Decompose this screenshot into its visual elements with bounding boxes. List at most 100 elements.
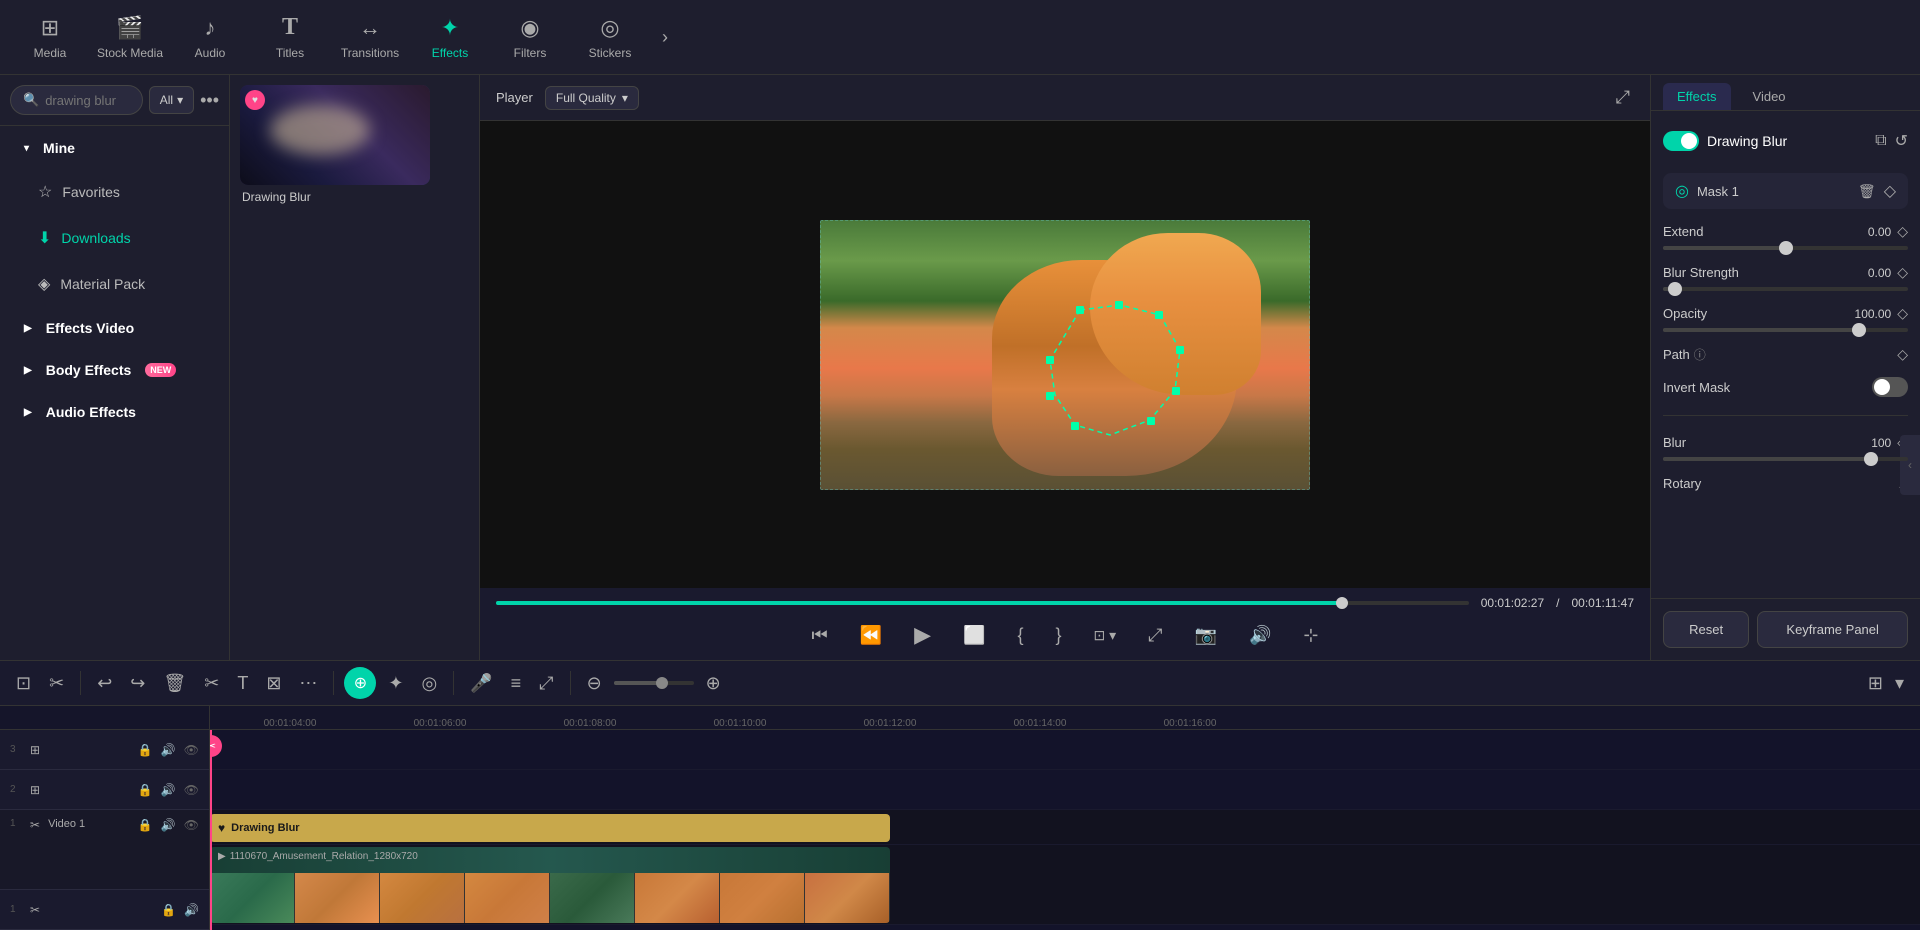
track-3-volume-btn[interactable]: 🔊 (161, 743, 176, 757)
timeline-undo-btn[interactable]: ↩ (91, 669, 118, 698)
mask-title: Mask 1 (1697, 184, 1850, 199)
track-2-eye-btn[interactable]: 👁 (184, 783, 199, 797)
toolbar-effects[interactable]: ✦ Effects (410, 5, 490, 70)
mask-row[interactable]: ◎ Mask 1 🗑 ◇ (1663, 173, 1908, 209)
audio-volume-btn[interactable]: 🔊 (184, 903, 199, 917)
sidebar-audio-effects-label: Audio Effects (46, 404, 136, 420)
filter-all-btn[interactable]: All ▾ (149, 86, 194, 114)
timeline-cut-btn[interactable]: ✂ (198, 669, 225, 698)
tracks-container: ✂ ♥ Drawing Blur (210, 730, 1920, 930)
snapshot-btn[interactable]: 📷 (1187, 621, 1225, 650)
track-2-num: 2 (10, 784, 22, 795)
fullscreen-btn[interactable]: ⤢ (1140, 621, 1170, 650)
step-back-btn[interactable]: ⏪ (852, 621, 890, 650)
track-1-eye-btn[interactable]: 👁 (184, 818, 199, 832)
timeline-grid-btn[interactable]: ⊞ (1868, 673, 1883, 694)
effect-card-drawing-blur[interactable]: ♥ Drawing Blur (240, 85, 469, 204)
timeline-minus-btn[interactable]: ⊖ (581, 669, 608, 698)
effect-copy-btn[interactable]: ⧉ (1875, 132, 1886, 150)
track-1-volume-btn[interactable]: 🔊 (161, 818, 176, 832)
timeline-multitrack-btn[interactable]: ≡ (505, 669, 528, 698)
blur-strength-label: Blur Strength (1663, 265, 1739, 280)
extend-keyframe-diamond[interactable]: ◇ (1897, 223, 1908, 240)
mask-delete-btn[interactable]: 🗑 (1858, 183, 1876, 200)
timeline-plus-btn[interactable]: ⊕ (700, 669, 727, 698)
toolbar-stickers[interactable]: ◎ Stickers (570, 5, 650, 70)
timeline-more-btn[interactable]: ⋯ (293, 669, 323, 698)
blur-strength-diamond[interactable]: ◇ (1897, 264, 1908, 281)
timeline-freeze-btn[interactable]: ⊕ (344, 667, 376, 699)
toolbar-transitions[interactable]: ↔ Transitions (330, 5, 410, 70)
tab-video[interactable]: Video (1739, 83, 1800, 110)
volume-btn[interactable]: 🔊 (1241, 621, 1279, 650)
toolbar-media[interactable]: ⊞ Media (10, 5, 90, 70)
sidebar-item-mine[interactable]: ▾ Mine (8, 128, 221, 168)
extend-slider[interactable] (1663, 246, 1908, 250)
audio-lock-btn[interactable]: 🔒 (161, 903, 176, 917)
opacity-slider[interactable] (1663, 328, 1908, 332)
more-options-btn[interactable]: ••• (200, 90, 219, 111)
opacity-diamond[interactable]: ◇ (1897, 305, 1908, 322)
toolbar-expand-arrow[interactable]: › (650, 5, 680, 70)
timeline-badge-btn[interactable]: ◎ (416, 669, 444, 698)
effect-reset-btn[interactable]: ↺ (1895, 131, 1908, 151)
zoom-fill (614, 681, 662, 685)
collapse-panel-btn[interactable]: ‹ (1900, 435, 1920, 495)
sidebar-item-body-effects[interactable]: ▶ Body Effects NEW (8, 350, 221, 390)
effect-toggle[interactable] (1663, 131, 1699, 151)
stickers-icon: ◎ (600, 15, 619, 41)
blur-slider[interactable] (1663, 457, 1908, 461)
toolbar-audio[interactable]: ♪ Audio (170, 5, 250, 70)
track-3-eye-btn[interactable]: 👁 (184, 743, 199, 757)
timeline-tracks-area[interactable]: 00:01:04:00 00:01:06:00 00:01:08:00 00:0… (210, 706, 1920, 930)
sidebar-item-video-effects[interactable]: ▶ Effects Video (8, 308, 221, 348)
zoom-slider[interactable] (614, 681, 694, 685)
keyframe-panel-btn[interactable]: Keyframe Panel (1757, 611, 1908, 648)
search-magnifier-icon: 🔍 (23, 92, 39, 108)
more-controls-btn[interactable]: ⊹ (1295, 621, 1326, 650)
timeline-mic-btn[interactable]: 🎤 (464, 669, 498, 698)
timeline-redo-btn[interactable]: ↪ (124, 669, 151, 698)
player-fullscreen-icon[interactable]: ⤢ (1612, 83, 1634, 112)
tab-effects[interactable]: Effects (1663, 83, 1731, 110)
path-diamond[interactable]: ◇ (1897, 346, 1908, 363)
timeline-trim-btn[interactable]: ✂ (43, 669, 70, 698)
sidebar-item-favorites[interactable]: ☆ Favorites (8, 170, 221, 214)
search-input[interactable] (45, 93, 130, 108)
right-panel-tabs: Effects Video (1651, 75, 1920, 111)
rewind-btn[interactable]: ⏮ (804, 621, 836, 650)
timeline-select-btn[interactable]: ⊡ (10, 669, 37, 698)
timeline-fullscreen-btn[interactable]: ⤢ (533, 669, 559, 698)
track-3-lock-btn[interactable]: 🔒 (138, 743, 153, 757)
timeline-settings-btn[interactable]: ▾ (1889, 669, 1910, 698)
video-clip[interactable]: ▶ 1110670_Amusement_Relation_1280x720 (210, 847, 890, 923)
toolbar-stock-media[interactable]: 🎬 Stock Media (90, 5, 170, 70)
clip-actions-btn[interactable]: ⊡ ▾ (1086, 623, 1125, 648)
sidebar-item-audio-effects[interactable]: ▶ Audio Effects (8, 392, 221, 432)
aspect-ratio-btn[interactable]: ⬜ (955, 621, 993, 650)
quality-selector[interactable]: Full Quality ▾ (545, 86, 639, 110)
timeline-ripple-btn[interactable]: ✦ (382, 669, 409, 698)
timeline-delete-btn[interactable]: 🗑 (157, 669, 192, 698)
timeline-crop-btn[interactable]: ⊠ (260, 669, 287, 698)
track-2-volume-btn[interactable]: 🔊 (161, 783, 176, 797)
effect-clip[interactable]: ♥ Drawing Blur (210, 814, 890, 842)
track-1-lock-btn[interactable]: 🔒 (138, 818, 153, 832)
search-input-container[interactable]: 🔍 (10, 85, 143, 115)
timeline-text-btn[interactable]: T (231, 669, 254, 698)
sidebar-item-material-pack[interactable]: ◈ Material Pack (8, 262, 221, 306)
mark-out-btn[interactable]: } (1047, 621, 1069, 650)
toolbar-filters[interactable]: ◉ Filters (490, 5, 570, 70)
sidebar-item-downloads[interactable]: ⬇ Downloads (8, 216, 221, 260)
progress-bar[interactable] (496, 601, 1469, 605)
path-info-icon[interactable]: ⓘ (1694, 346, 1706, 363)
track-2-lock-btn[interactable]: 🔒 (138, 783, 153, 797)
toolbar-titles[interactable]: T Titles (250, 5, 330, 70)
mark-in-btn[interactable]: { (1009, 621, 1031, 650)
reset-btn[interactable]: Reset (1663, 611, 1749, 648)
invert-mask-toggle[interactable] (1872, 377, 1908, 397)
play-btn[interactable]: ▶ (906, 618, 939, 652)
mask-keyframe-diamond[interactable]: ◇ (1884, 181, 1896, 201)
blur-strength-slider[interactable] (1663, 287, 1908, 291)
video-thumb-5 (550, 873, 635, 923)
